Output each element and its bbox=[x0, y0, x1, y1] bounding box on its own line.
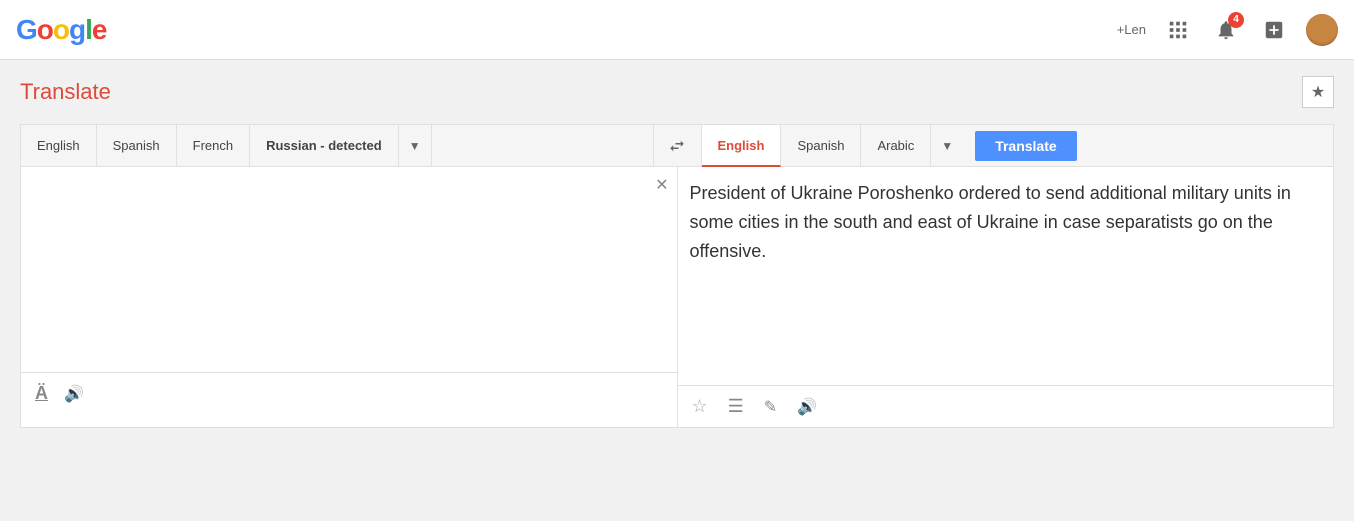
text-areas: ✕ Ä 🔊 President of Ukraine Poroshenko or… bbox=[21, 167, 1333, 427]
logo-g: G bbox=[16, 14, 37, 45]
source-lang-english[interactable]: English bbox=[21, 125, 97, 167]
source-input-area: ✕ Ä 🔊 bbox=[21, 167, 678, 427]
bookmark-button[interactable]: ★ bbox=[1302, 76, 1334, 108]
add-icon[interactable] bbox=[1258, 14, 1290, 46]
output-area: President of Ukraine Poroshenko ordered … bbox=[678, 167, 1334, 407]
output-edit-button[interactable]: ✎ bbox=[760, 393, 781, 421]
clear-button[interactable]: ✕ bbox=[655, 175, 668, 195]
output-list-icon: ☰ bbox=[728, 396, 744, 417]
translate-button[interactable]: Translate bbox=[975, 131, 1076, 161]
logo-l: l bbox=[85, 14, 92, 45]
source-lang-dropdown[interactable]: ▼ bbox=[399, 125, 432, 167]
logo-o2: o bbox=[53, 14, 69, 45]
header-left: Google bbox=[16, 14, 106, 46]
swap-languages-button[interactable] bbox=[654, 125, 702, 167]
source-textarea[interactable] bbox=[21, 167, 677, 367]
target-lang-dropdown[interactable]: ▼ bbox=[931, 125, 963, 167]
source-lang-tabs: English Spanish French Russian - detecte… bbox=[21, 125, 654, 167]
avatar-image bbox=[1306, 14, 1338, 46]
page-title: Translate bbox=[20, 79, 111, 105]
translator: English Spanish French Russian - detecte… bbox=[20, 124, 1334, 428]
page-content: Translate ★ English Spanish French Russi… bbox=[0, 60, 1354, 444]
title-bar: Translate ★ bbox=[20, 76, 1334, 108]
bookmark-icon: ★ bbox=[1311, 82, 1325, 102]
target-lang-english[interactable]: English bbox=[702, 125, 782, 167]
logo-e: e bbox=[92, 14, 107, 45]
header: Google +Len 4 bbox=[0, 0, 1354, 60]
logo-o1: o bbox=[37, 14, 53, 45]
input-sound-icon: 🔊 bbox=[64, 384, 84, 404]
input-sound-button[interactable]: 🔊 bbox=[60, 380, 88, 408]
header-right: +Len 4 bbox=[1117, 14, 1338, 46]
output-list-button[interactable]: ☰ bbox=[724, 392, 748, 421]
notification-badge: 4 bbox=[1228, 12, 1244, 28]
output-sound-button[interactable]: 🔊 bbox=[793, 393, 821, 421]
logo-g2: g bbox=[69, 14, 85, 45]
target-lang-spanish[interactable]: Spanish bbox=[781, 125, 861, 167]
output-star-icon: ☆ bbox=[692, 396, 708, 417]
output-edit-icon: ✎ bbox=[764, 397, 777, 417]
font-button[interactable]: Ä bbox=[31, 379, 52, 408]
output-area-wrapper: President of Ukraine Poroshenko ordered … bbox=[678, 167, 1334, 427]
avatar[interactable] bbox=[1306, 14, 1338, 46]
translated-text: President of Ukraine Poroshenko ordered … bbox=[690, 179, 1322, 265]
output-star-button[interactable]: ☆ bbox=[688, 392, 712, 421]
output-sound-icon: 🔊 bbox=[797, 397, 817, 417]
font-icon: Ä bbox=[35, 383, 48, 404]
source-lang-french[interactable]: French bbox=[177, 125, 250, 167]
username-link[interactable]: +Len bbox=[1117, 22, 1146, 37]
google-logo: Google bbox=[16, 14, 106, 46]
output-toolbar: ☆ ☰ ✎ 🔊 bbox=[678, 385, 1334, 427]
target-lang-arabic[interactable]: Arabic bbox=[861, 125, 931, 167]
notification-icon[interactable]: 4 bbox=[1210, 14, 1242, 46]
source-lang-spanish[interactable]: Spanish bbox=[97, 125, 177, 167]
target-lang-tabs: English Spanish Arabic ▼ Translate bbox=[702, 125, 1334, 167]
source-lang-russian[interactable]: Russian - detected bbox=[250, 125, 399, 167]
grid-icon[interactable] bbox=[1162, 14, 1194, 46]
language-bar: English Spanish French Russian - detecte… bbox=[21, 125, 1333, 167]
input-toolbar: Ä 🔊 bbox=[21, 372, 677, 414]
